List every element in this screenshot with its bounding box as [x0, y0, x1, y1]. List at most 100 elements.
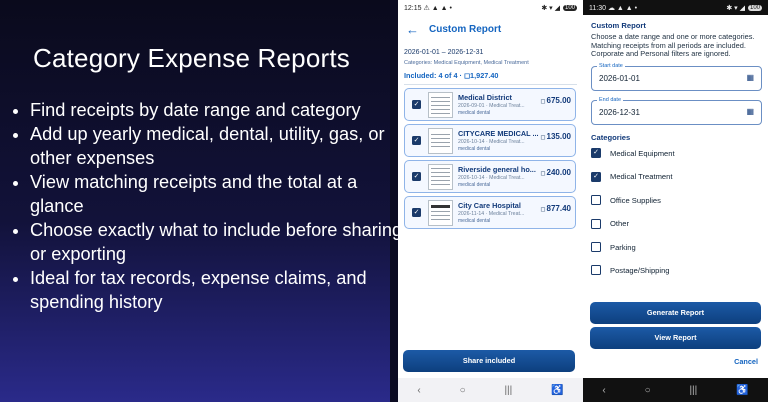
start-date-field[interactable]: Start date 2026-01-01 ▦ [591, 62, 762, 91]
nav-home-icon[interactable]: ○ [460, 385, 466, 396]
receipt-icon: ◻ [540, 135, 546, 141]
page-title: Custom Report [429, 23, 502, 35]
checkbox-unchecked[interactable] [591, 195, 601, 206]
system-nav-bar: ‹ ○ ||| ♿ [583, 378, 768, 402]
category-label: Medical Treatment [610, 172, 673, 182]
report-form-screen: 11:30 ☁ ▲ ▲ • ✱ ▾ ◢ 100 Custom Report Ch… [583, 0, 768, 402]
promo-title: Category Expense Reports [33, 43, 350, 73]
battery-icon: 100 [562, 4, 577, 11]
notification-icons: ⚠ ▲ ▲ • [423, 4, 452, 12]
included-total: Included: 4 of 4 · ◻1,927.40 [404, 71, 499, 80]
signal-icons: ✱ ▾ ◢ [726, 4, 745, 12]
share-included-button[interactable]: Share included [403, 350, 575, 372]
nav-recents-icon[interactable]: ||| [504, 385, 512, 396]
receipt-date-category: 2026-11-14 · Medical Treat... [458, 211, 525, 217]
report-summary: 2026-01-01 – 2026-12-31 Categories: Medi… [398, 49, 583, 85]
receipt-card[interactable]: ✓ CITYCARE MEDICAL ... 2026-10-14 · Medi… [404, 124, 576, 157]
category-option[interactable]: Parking [591, 235, 762, 258]
category-label: Postage/Shipping [610, 265, 670, 275]
checkbox-checked[interactable]: ✓ [412, 100, 421, 109]
category-option[interactable]: ✓ Medical Treatment [591, 165, 762, 188]
checkbox-checked[interactable]: ✓ [412, 136, 421, 145]
status-time: 11:30 [589, 4, 606, 12]
checkbox-checked[interactable]: ✓ [591, 171, 601, 182]
receipt-amount: ◻135.00 [540, 132, 571, 141]
report-form: Custom Report Choose a date range and on… [583, 21, 768, 282]
form-description: Choose a date range and one or more cate… [591, 32, 755, 59]
receipt-date-category: 2026-10-14 · Medical Treat... [458, 175, 525, 181]
checkbox-unchecked[interactable] [591, 265, 601, 276]
promo-panel: Category Expense Reports Find receipts b… [0, 0, 402, 402]
view-report-button[interactable]: View Report [590, 327, 761, 349]
checkbox-checked[interactable]: ✓ [412, 172, 421, 181]
cancel-button[interactable]: Cancel [734, 357, 758, 366]
receipt-card[interactable]: ✓ Riverside general ho... 2026-10-14 · M… [404, 160, 576, 193]
feature-item: Find receipts by date range and category [30, 98, 405, 122]
receipt-thumbnail [428, 163, 453, 190]
start-date-value: 2026-01-01 [599, 73, 640, 83]
nav-back-icon[interactable]: ‹ [417, 385, 420, 396]
category-label: Office Supplies [610, 195, 661, 205]
receipt-amount: ◻240.00 [540, 168, 571, 177]
category-option[interactable]: Other [591, 212, 762, 235]
receipt-thumbnail [428, 199, 453, 226]
system-nav-bar: ‹ ○ ||| ♿ [398, 378, 583, 402]
feature-item: Ideal for tax records, expense claims, a… [30, 266, 405, 314]
checkbox-checked[interactable]: ✓ [412, 208, 421, 217]
checkbox-unchecked[interactable] [591, 218, 601, 229]
receipt-date-category: 2026-10-14 · Medical Treat... [458, 139, 525, 145]
checkbox-checked[interactable]: ✓ [591, 148, 601, 159]
checkbox-unchecked[interactable] [591, 242, 601, 253]
receipt-date-category: 2026-09-01 · Medical Treat... [458, 103, 525, 109]
form-heading: Custom Report [591, 21, 646, 30]
end-date-label: End date [597, 96, 624, 103]
nav-home-icon[interactable]: ○ [645, 385, 651, 396]
end-date-value: 2026-12-31 [599, 107, 640, 117]
status-time: 12:15 [404, 4, 422, 12]
accessibility-icon[interactable]: ♿ [736, 385, 748, 396]
receipt-icon: ◻ [540, 99, 546, 105]
category-label: Medical Equipment [610, 148, 675, 158]
feature-item: Choose exactly what to include before sh… [30, 218, 405, 266]
report-categories: Categories: Medical Equipment, Medical T… [404, 60, 529, 66]
status-bar: 11:30 ☁ ▲ ▲ • ✱ ▾ ◢ 100 [583, 0, 768, 15]
receipt-icon: ◻ [540, 207, 546, 213]
category-option[interactable]: Postage/Shipping [591, 259, 762, 282]
start-date-label: Start date [597, 62, 625, 69]
receipt-amount: ◻675.00 [540, 96, 571, 105]
calendar-icon[interactable]: ▦ [746, 107, 754, 116]
divider [404, 84, 577, 85]
nav-back-icon[interactable]: ‹ [602, 385, 605, 396]
app-bar: ← Custom Report [398, 15, 583, 43]
category-label: Parking [610, 242, 636, 252]
feature-list: Find receipts by date range and category… [10, 98, 405, 314]
receipt-thumbnail [428, 127, 453, 154]
feature-item: Add up yearly medical, dental, utility, … [30, 122, 405, 170]
receipt-tag: medical dental [458, 218, 491, 224]
generate-report-button[interactable]: Generate Report [590, 302, 761, 324]
categories-heading: Categories [591, 132, 631, 142]
feature-item: View matching receipts and the total at … [30, 170, 405, 218]
report-date-range: 2026-01-01 – 2026-12-31 [404, 49, 484, 56]
signal-icons: ✱ ▾ ◢ [541, 4, 560, 12]
back-arrow-icon[interactable]: ← [406, 22, 419, 37]
accessibility-icon[interactable]: ♿ [551, 385, 563, 396]
battery-icon: 100 [747, 4, 762, 11]
notification-icons: ☁ ▲ ▲ • [607, 4, 638, 12]
category-label: Other [610, 219, 629, 229]
category-option[interactable]: ✓ Medical Equipment [591, 142, 762, 165]
receipt-tag: medical dental [458, 146, 491, 152]
receipt-thumbnail [428, 91, 453, 118]
nav-recents-icon[interactable]: ||| [689, 385, 697, 396]
calendar-icon[interactable]: ▦ [746, 73, 754, 82]
receipt-card[interactable]: ✓ City Care Hospital 2026-11-14 · Medica… [404, 196, 576, 229]
category-option[interactable]: Office Supplies [591, 189, 762, 212]
status-bar: 12:15 ⚠ ▲ ▲ • ✱ ▾ ◢ 100 [398, 0, 583, 15]
report-results-screen: 12:15 ⚠ ▲ ▲ • ✱ ▾ ◢ 100 ← Custom Report … [398, 0, 583, 402]
end-date-field[interactable]: End date 2026-12-31 ▦ [591, 96, 762, 125]
receipt-tag: medical dental [458, 110, 491, 116]
receipt-tag: medical dental [458, 182, 491, 188]
receipt-card[interactable]: ✓ Medical District 2026-09-01 · Medical … [404, 88, 576, 121]
receipt-icon: ◻ [540, 171, 546, 177]
receipt-amount: ◻877.40 [540, 204, 571, 213]
